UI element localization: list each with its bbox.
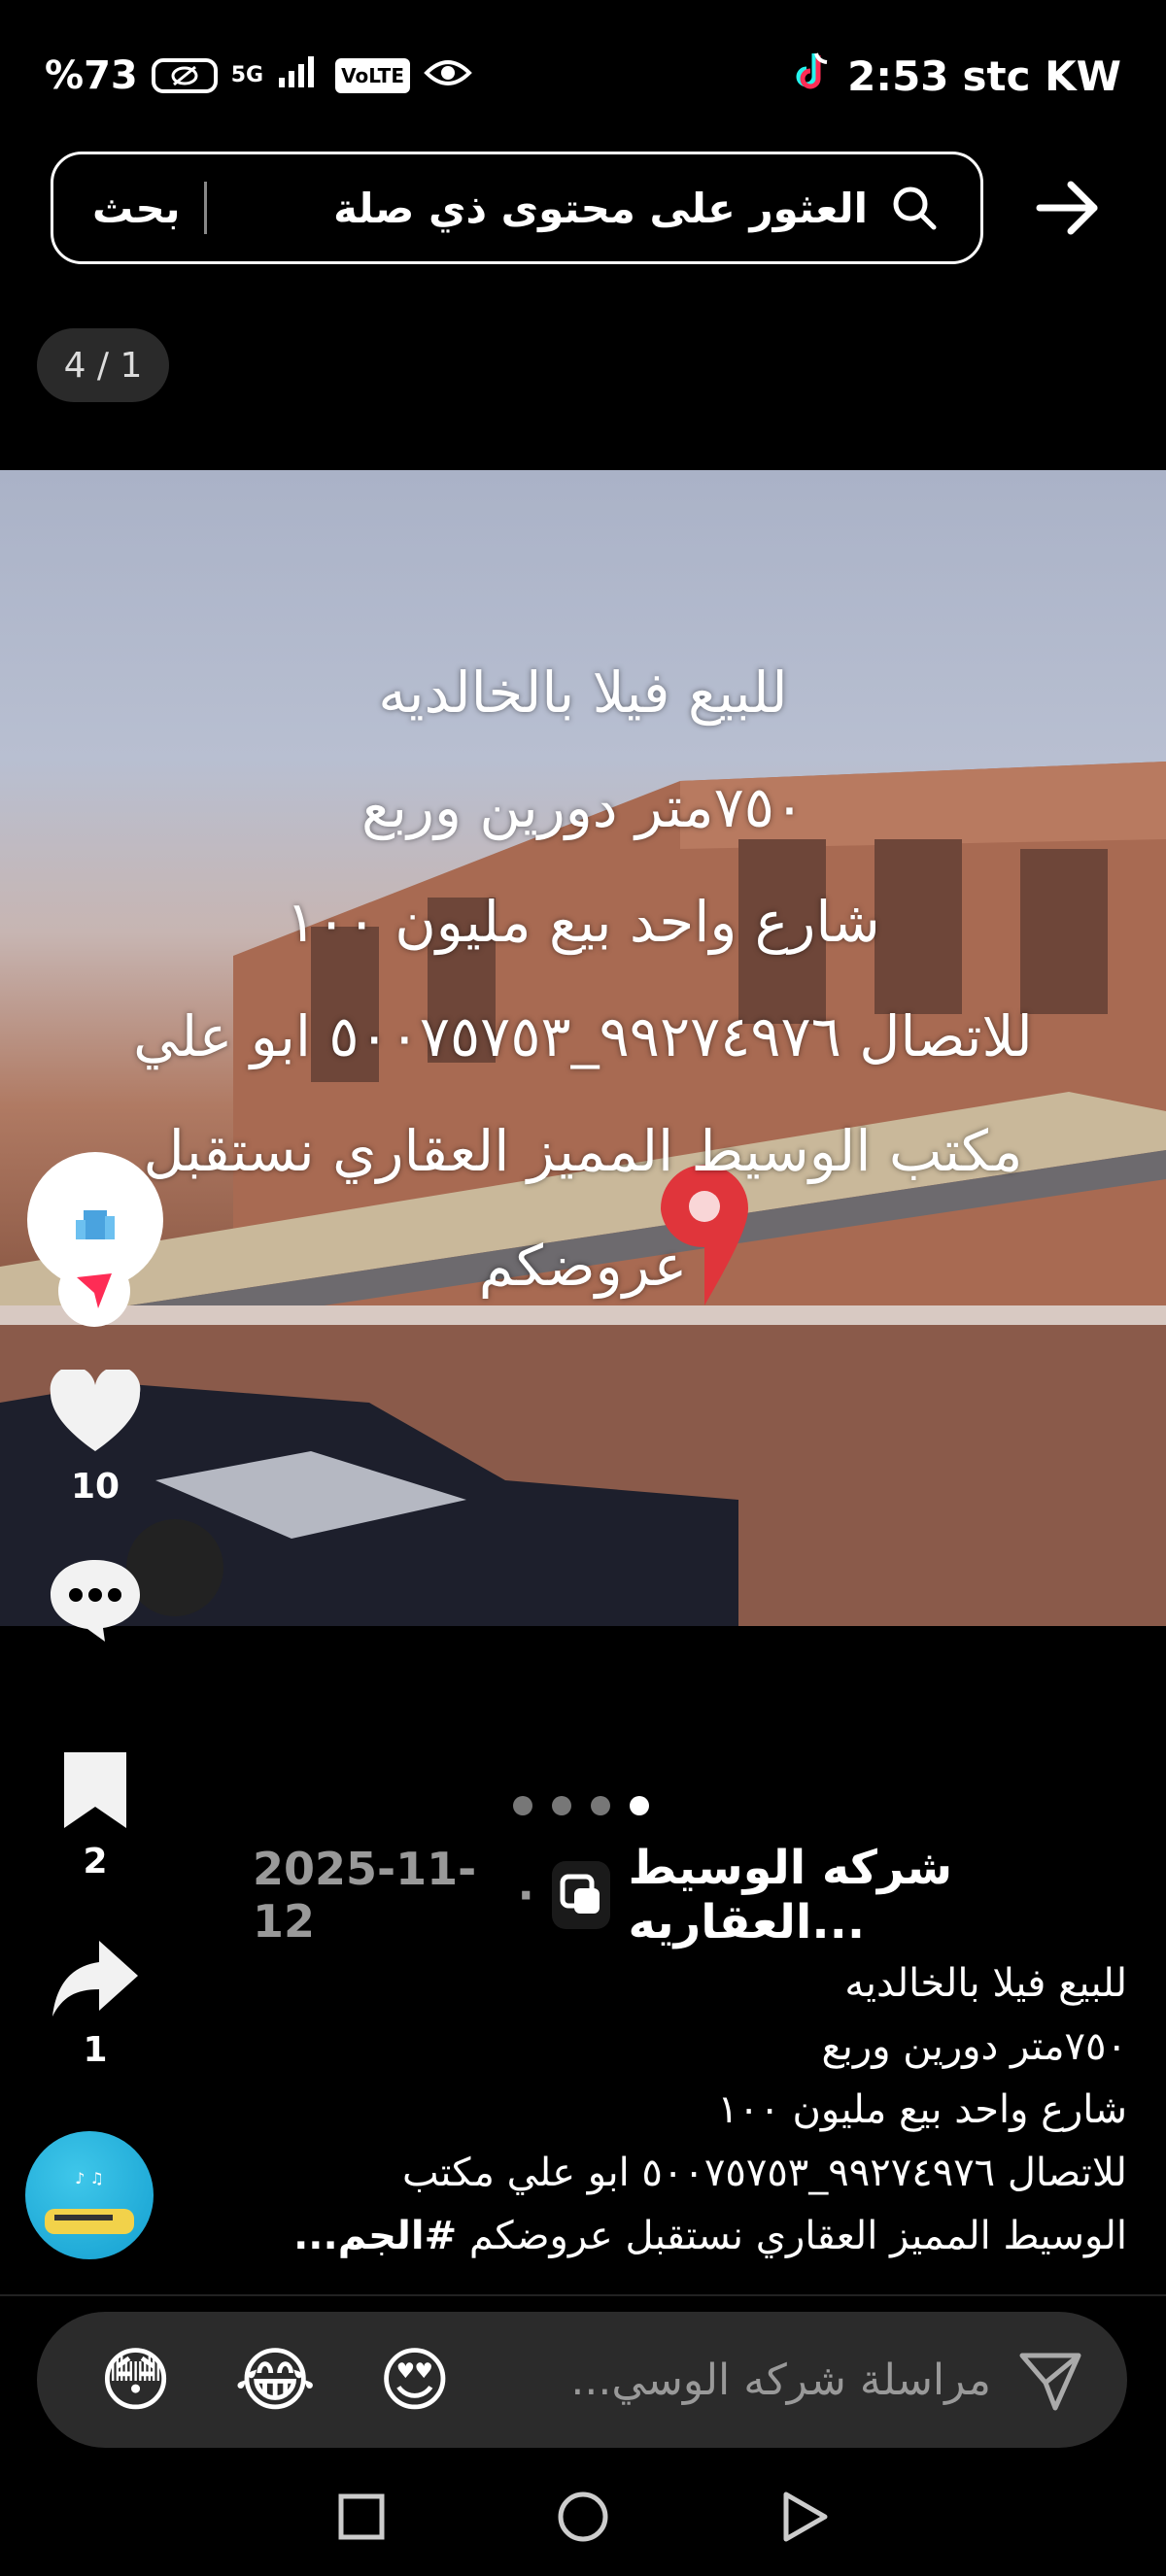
caption-line: للاتصال ٩٩٢٧٤٩٧٦_٥٠٠٧٥٧٥٣ ابو علي مكتب: [402, 2151, 1127, 2195]
caption-line: للبيع فيلا بالخالديه: [844, 1961, 1127, 2006]
overlay-line: شارع واحد بيع مليون ١٠٠: [286, 889, 880, 955]
emoji-laughing[interactable]: 😂: [234, 2339, 316, 2421]
search-bar[interactable]: العثور على محتوى ذي صلة بحث: [51, 152, 983, 264]
caption-text: الوسيط المميز العقاري نستقبل عروضكم: [468, 2214, 1127, 2258]
caption-line: ٧٥٠متر دورين وربع: [821, 2024, 1127, 2069]
network-type: 5G: [230, 63, 264, 87]
repost-icon[interactable]: [551, 1861, 611, 1929]
search-divider: [203, 182, 207, 234]
caption-line: شارع واحد بيع مليون ١٠٠: [717, 2087, 1127, 2132]
status-right: 2:53 stc KW: [795, 49, 1121, 103]
caption-line: الوسيط المميز العقاري نستقبل عروضكم #الج…: [233, 2205, 1127, 2268]
like-count: 10: [70, 1467, 120, 1507]
svg-text:♪ ♫: ♪ ♫: [75, 2169, 104, 2187]
tiktok-icon: [795, 50, 834, 102]
battery-icon: [151, 58, 218, 93]
search-input[interactable]: العثور على محتوى ذي صلة: [230, 185, 868, 232]
battery-percent: %73: [45, 53, 138, 98]
status-bar: %73 5G VoLTE 2:53 stc KW: [0, 0, 1166, 146]
overlay-line: للبيع فيلا بالخالديه: [378, 660, 788, 726]
slide-dot[interactable]: [591, 1796, 610, 1815]
signal-icon: [277, 52, 322, 99]
music-disc[interactable]: ♪ ♫: [25, 2131, 154, 2259]
slide-indicator: [513, 1796, 649, 1815]
overlay-line: عروضكم: [478, 1233, 688, 1299]
bookmark-icon: [64, 1752, 126, 1828]
follow-button[interactable]: [58, 1255, 130, 1327]
eye-icon: [424, 53, 472, 98]
date-separator: ·: [517, 1869, 534, 1921]
post-caption[interactable]: للبيع فيلا بالخالديه ٧٥٠متر دورين وربع ش…: [233, 1952, 1127, 2268]
bookmark-count: 2: [83, 1842, 108, 1881]
share-count: 1: [83, 2030, 108, 2070]
message-input[interactable]: مراسلة شركه الوسي...: [451, 2356, 991, 2405]
guitar-icon: ♪ ♫: [45, 2169, 134, 2234]
overlay-line: ٧٥٠متر دورين وربع: [360, 774, 806, 840]
bookmark-button[interactable]: 2: [39, 1748, 152, 1881]
comment-icon: [51, 1560, 140, 1642]
search-icon: [885, 179, 943, 237]
post-date: 2025-11-12: [253, 1843, 477, 1948]
divider: [0, 2294, 1166, 2296]
author-name[interactable]: شركه الوسيط العقاريه...: [628, 1841, 1127, 1949]
emoji-flushed[interactable]: 😳: [99, 2339, 172, 2421]
slide-dot[interactable]: [552, 1796, 571, 1815]
overlay-line: مكتب الوسيط المميز العقاري نستقبل: [143, 1118, 1023, 1184]
reply-bar[interactable]: مراسلة شركه الوسي... 😍 😂 😳: [37, 2312, 1127, 2448]
author-row: 2025-11-12 · شركه الوسيط العقاريه...: [253, 1841, 1127, 1949]
like-button[interactable]: 10: [39, 1366, 152, 1507]
status-left: %73 5G VoLTE: [45, 49, 472, 103]
volte-badge: VoLTE: [335, 58, 410, 93]
send-icon[interactable]: [1016, 2346, 1084, 2414]
comment-button[interactable]: [39, 1554, 152, 1647]
emoji-heart-eyes[interactable]: 😍: [378, 2339, 451, 2421]
heart-icon: [50, 1366, 141, 1451]
slide-dot[interactable]: [513, 1796, 532, 1815]
search-button[interactable]: بحث: [92, 185, 181, 232]
clock: 2:53: [847, 51, 949, 100]
slide-dot-active[interactable]: [630, 1796, 649, 1815]
carrier: stc KW: [962, 51, 1121, 100]
page-counter: 4 / 1: [37, 328, 169, 402]
system-nav-bar: [0, 2457, 1166, 2576]
recents-icon[interactable]: [332, 2488, 391, 2546]
back-arrow-icon[interactable]: [1030, 173, 1108, 243]
post-image[interactable]: للبيع فيلا بالخالديه ٧٥٠متر دورين وربع ش…: [0, 470, 1166, 1626]
share-icon: [52, 1941, 138, 2017]
overlay-text: للبيع فيلا بالخالديه ٧٥٠متر دورين وربع ش…: [58, 635, 1108, 1323]
hashtag[interactable]: #الجم...: [293, 2214, 457, 2258]
overlay-line: للاتصال ٩٩٢٧٤٩٧٦_٥٠٠٧٥٧٥٣ ابو علي: [133, 1003, 1033, 1069]
back-icon[interactable]: [775, 2488, 834, 2546]
share-button[interactable]: 1: [39, 1937, 152, 2070]
home-icon[interactable]: [554, 2488, 612, 2546]
